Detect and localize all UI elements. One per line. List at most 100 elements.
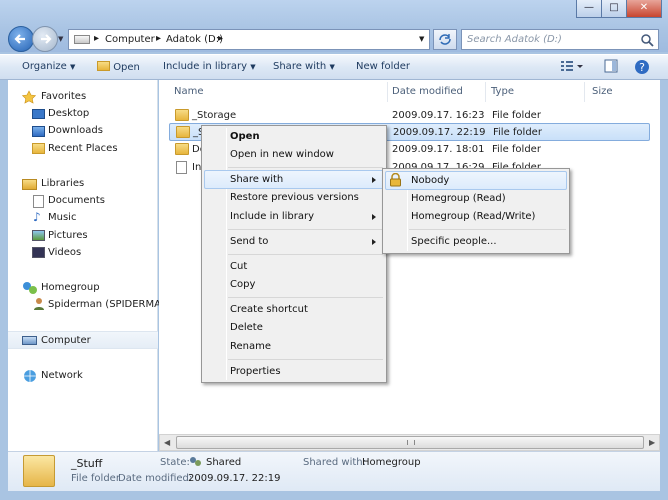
desktop-icon — [32, 109, 45, 119]
nav-homegroup-user[interactable]: Spiderman (SPIDERMAC — [48, 299, 168, 310]
nav-recent-places[interactable]: Recent Places — [48, 143, 118, 154]
menu-item-open-new-window[interactable]: Open in new window — [230, 149, 334, 160]
open-button[interactable]: Open — [97, 61, 140, 73]
menu-item-restore-previous-versions[interactable]: Restore previous versions — [230, 192, 359, 203]
nav-music[interactable]: Music — [48, 212, 76, 223]
libraries-icon — [22, 179, 37, 190]
menu-item-homegroup-read-write[interactable]: Homegroup (Read/Write) — [411, 211, 535, 222]
address-bar[interactable]: ▸ Computer ▸ Adatok (D:) ▸ ▼ — [68, 29, 430, 50]
network-icon — [24, 370, 36, 382]
search-placeholder: Search Adatok (D:) — [467, 34, 562, 45]
file-name: _Storage — [192, 110, 237, 121]
nav-pictures[interactable]: Pictures — [48, 230, 88, 241]
new-folder-button[interactable]: New folder — [356, 61, 410, 72]
menu-separator — [228, 254, 383, 255]
organize-label: Organize — [22, 61, 67, 72]
details-pane: _Stuff File folder Date modified: 2009.0… — [8, 451, 660, 491]
chevron-down-icon: ▼ — [70, 63, 76, 71]
details-name: _Stuff — [71, 457, 103, 470]
forward-button[interactable] — [32, 26, 58, 52]
column-header-size[interactable]: Size — [592, 86, 613, 97]
menu-item-copy[interactable]: Copy — [230, 279, 255, 290]
scroll-right-icon[interactable]: ▶ — [649, 438, 655, 447]
menu-separator — [409, 229, 566, 230]
menu-item-share-with[interactable]: Share with — [230, 174, 283, 185]
scroll-thumb[interactable] — [176, 436, 644, 449]
view-icon — [561, 61, 583, 71]
title-bar: — □ ✕ ▼ ▸ Computer ▸ Adatok (D:) ▸ ▼ Sea… — [0, 0, 668, 52]
breadcrumb-separator-icon[interactable]: ▸ — [156, 33, 161, 44]
submenu-arrow-icon — [372, 177, 376, 183]
menu-item-open[interactable]: Open — [230, 131, 260, 142]
column-divider[interactable] — [387, 82, 388, 102]
nav-desktop[interactable]: Desktop — [48, 108, 89, 119]
close-button[interactable]: ✕ — [626, 0, 662, 18]
breadcrumb-separator-icon[interactable]: ▸ — [218, 33, 223, 44]
downloads-icon — [32, 126, 45, 137]
menu-item-cut[interactable]: Cut — [230, 261, 247, 272]
recent-pages-dropdown-icon[interactable]: ▼ — [58, 35, 63, 43]
minimize-button[interactable]: — — [576, 0, 602, 18]
videos-icon — [32, 247, 45, 258]
menu-item-send-to[interactable]: Send to — [230, 236, 268, 247]
nav-computer[interactable]: Computer — [41, 335, 91, 346]
menu-item-nobody[interactable]: Nobody — [411, 175, 449, 186]
menu-item-rename[interactable]: Rename — [230, 341, 271, 352]
file-type: File folder — [492, 144, 541, 155]
horizontal-scrollbar[interactable]: ◀ ▶ — [159, 434, 660, 451]
folder-icon — [97, 61, 110, 71]
nav-homegroup[interactable]: Homegroup — [41, 282, 100, 293]
nav-videos[interactable]: Videos — [48, 247, 81, 258]
column-divider[interactable] — [584, 82, 585, 102]
breadcrumb-separator-icon[interactable]: ▸ — [94, 33, 99, 44]
menu-item-homegroup-read[interactable]: Homegroup (Read) — [411, 193, 506, 204]
nav-downloads[interactable]: Downloads — [48, 125, 103, 136]
folder-icon — [175, 109, 189, 121]
address-dropdown-icon[interactable]: ▼ — [419, 35, 424, 43]
menu-item-specific-people[interactable]: Specific people... — [411, 236, 497, 247]
search-input[interactable]: Search Adatok (D:) — [461, 29, 659, 50]
menu-item-include-in-library[interactable]: Include in library — [230, 211, 314, 222]
open-label: Open — [113, 62, 140, 73]
forward-arrow-icon — [41, 34, 52, 44]
column-header-date[interactable]: Date modified — [392, 86, 463, 97]
context-menu: Open Open in new window Share with Resto… — [201, 125, 387, 383]
details-type: File folder — [71, 473, 120, 484]
column-header-name[interactable]: Name — [174, 86, 204, 97]
menu-item-delete[interactable]: Delete — [230, 322, 263, 333]
breadcrumb-drive[interactable]: Adatok (D:) — [166, 34, 223, 45]
view-options-button[interactable] — [560, 59, 584, 76]
nav-libraries[interactable]: Libraries — [41, 178, 84, 189]
large-folder-icon — [23, 455, 55, 487]
breadcrumb-computer[interactable]: Computer — [105, 34, 155, 45]
search-icon — [641, 34, 654, 47]
organize-button[interactable]: Organize ▼ — [22, 61, 75, 72]
back-arrow-icon — [14, 34, 25, 44]
details-date-label: Date modified: — [118, 473, 193, 484]
command-bar: Organize ▼ Open Include in library ▼ Sha… — [0, 54, 668, 80]
back-button[interactable] — [8, 26, 34, 52]
nav-documents[interactable]: Documents — [48, 195, 105, 206]
menu-gutter — [226, 128, 227, 380]
column-divider[interactable] — [485, 82, 486, 102]
share-with-button[interactable]: Share with ▼ — [273, 61, 335, 72]
menu-item-properties[interactable]: Properties — [230, 366, 281, 377]
details-shared-label: Shared with: — [303, 457, 366, 468]
share-label: Share with — [273, 61, 327, 72]
maximize-button[interactable]: □ — [601, 0, 627, 18]
nav-network[interactable]: Network — [41, 370, 83, 381]
nav-favorites[interactable]: Favorites — [41, 91, 86, 102]
menu-separator — [228, 359, 383, 360]
folder-icon — [175, 143, 189, 155]
pictures-icon — [32, 230, 45, 241]
file-icon — [176, 161, 187, 174]
help-button[interactable]: ? — [634, 59, 650, 78]
preview-pane-button[interactable] — [604, 59, 618, 76]
menu-separator — [228, 167, 383, 168]
scroll-left-icon[interactable]: ◀ — [164, 438, 170, 447]
menu-item-create-shortcut[interactable]: Create shortcut — [230, 304, 308, 315]
navigation-pane: Favorites Desktop Downloads Recent Place… — [8, 80, 168, 451]
refresh-button[interactable] — [433, 29, 457, 50]
column-header-type[interactable]: Type — [491, 86, 514, 97]
include-in-library-button[interactable]: Include in library ▼ — [163, 61, 256, 72]
